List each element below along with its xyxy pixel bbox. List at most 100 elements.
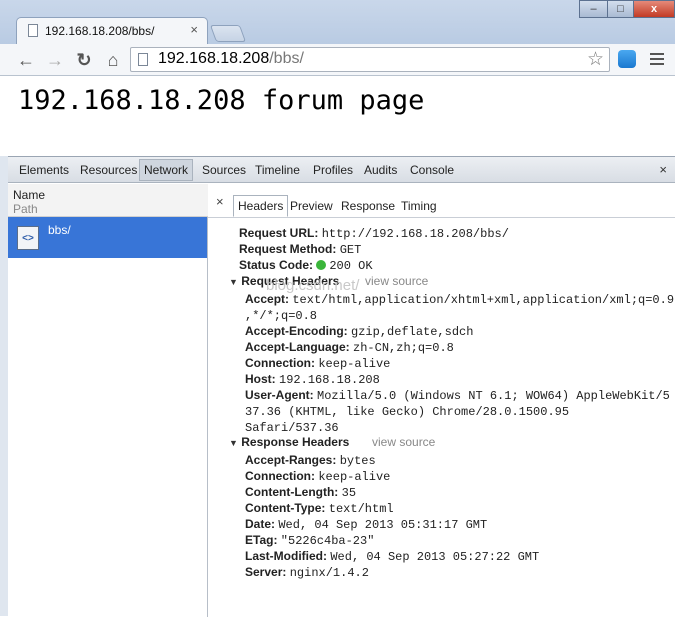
header-key: ETag: [245, 533, 278, 547]
request-url-line: Request URL: http://192.168.18.208/bbs/ [239, 226, 509, 241]
tab-elements[interactable]: Elements [19, 163, 69, 177]
request-detail-pane: × Headers Preview Response Timing Reques… [208, 184, 675, 617]
header-key: Last-Modified: [245, 549, 327, 563]
tab-title: 192.168.18.208/bbs/ [45, 24, 155, 38]
header-key: Accept-Language: [245, 340, 350, 354]
header-key: Accept-Encoding: [245, 324, 348, 338]
response-header-row: Connection: keep-alive [245, 469, 390, 484]
column-name-label: Name [13, 188, 46, 202]
tab-strip: 192.168.18.208/bbs/ × – □ x [0, 0, 675, 44]
tab-timeline[interactable]: Timeline [255, 163, 300, 177]
list-column-header[interactable]: Name Path [8, 184, 208, 217]
header-value: 37.36 (KHTML, like Gecko) Chrome/28.0.15… [245, 405, 570, 419]
header-value: Safari/537.36 [245, 421, 339, 435]
request-header-row: Accept: text/html,application/xhtml+xml,… [245, 292, 674, 307]
tab-resources[interactable]: Resources [80, 163, 137, 177]
tab-console[interactable]: Console [410, 163, 454, 177]
subtab-headers[interactable]: Headers [233, 195, 289, 217]
column-path-label: Path [13, 202, 38, 216]
address-url: 192.168.18.208/bbs/ [158, 50, 304, 68]
address-path: /bbs/ [269, 50, 304, 67]
devtools-tabbar: Elements Resources Network Sources Timel… [8, 157, 675, 183]
header-key: Accept: [245, 292, 290, 306]
response-view-source-link[interactable]: view source [372, 435, 435, 449]
html-document-icon: <> [17, 226, 39, 250]
expand-triangle-icon: ▼ [229, 277, 238, 287]
subtab-timing[interactable]: Timing [401, 199, 437, 213]
header-value: Wed, 04 Sep 2013 05:31:17 GMT [278, 518, 488, 532]
header-value: nginx/1.4.2 [289, 566, 369, 580]
browser-toolbar: ← → ↻ ⌂ 192.168.18.208/bbs/ ☆ [0, 44, 675, 76]
address-bar[interactable]: 192.168.18.208/bbs/ ☆ [130, 47, 610, 72]
window-close-button[interactable]: x [633, 0, 675, 18]
back-arrow-icon[interactable]: ← [15, 49, 37, 71]
request-method-label: Request Method: [239, 242, 337, 256]
address-host: 192.168.18.208 [158, 50, 270, 67]
tab-sources[interactable]: Sources [202, 163, 246, 177]
forward-arrow-icon[interactable]: → [44, 49, 66, 71]
window-minimize-button[interactable]: – [579, 0, 608, 18]
header-key: User-Agent: [245, 388, 314, 402]
menu-icon[interactable] [650, 53, 664, 68]
header-key: Content-Type: [245, 501, 326, 515]
status-code-line: Status Code: 200 OK [239, 258, 373, 273]
watermark-text: blog.csdn.net/ [266, 277, 360, 294]
network-request-list: Name Path <> bbs/ [8, 184, 208, 617]
request-header-row: Host: 192.168.18.208 [245, 372, 380, 387]
header-key: Host: [245, 372, 276, 386]
header-value: text/html [328, 502, 394, 516]
header-value: ,*/*;q=0.8 [245, 309, 318, 323]
new-tab-button[interactable] [209, 25, 247, 42]
request-view-source-link[interactable]: view source [365, 274, 428, 288]
status-code-label: Status Code: [239, 258, 314, 272]
request-header-row: User-Agent: Mozilla/5.0 (Windows NT 6.1;… [245, 388, 670, 403]
response-headers-title: Response Headers [241, 435, 350, 449]
response-header-row: Content-Length: 35 [245, 485, 356, 500]
request-header-row: Accept-Language: zh-CN,zh;q=0.8 [245, 340, 454, 355]
page-content: 192.168.18.208 forum page [0, 76, 675, 156]
extension-icon[interactable] [618, 50, 636, 68]
tab-close-icon[interactable]: × [190, 22, 198, 37]
tab-profiles[interactable]: Profiles [313, 163, 353, 177]
request-name: bbs/ [48, 223, 71, 237]
header-value: keep-alive [318, 357, 391, 371]
response-header-row: Last-Modified: Wed, 04 Sep 2013 05:27:22… [245, 549, 539, 564]
header-value: 35 [341, 486, 357, 500]
header-value: keep-alive [318, 470, 391, 484]
response-header-row: ETag: "5226c4ba-23" [245, 533, 374, 548]
status-ok-icon [316, 260, 327, 270]
header-key: Connection: [245, 469, 315, 483]
header-key: Content-Length: [245, 485, 339, 499]
response-headers-toggle[interactable]: ▼ Response Headers [229, 435, 349, 449]
page-heading: 192.168.18.208 forum page [18, 85, 425, 116]
page-favicon-icon [28, 24, 38, 37]
home-icon[interactable]: ⌂ [102, 49, 124, 71]
page-icon [138, 53, 148, 66]
tab-audits[interactable]: Audits [364, 163, 397, 177]
header-key: Server: [245, 565, 287, 579]
request-header-row: ,*/*;q=0.8 [245, 308, 317, 323]
detail-close-icon[interactable]: × [216, 194, 224, 209]
response-header-row: Accept-Ranges: bytes [245, 453, 376, 468]
header-value: zh-CN,zh;q=0.8 [353, 341, 454, 355]
devtools-close-icon[interactable]: × [659, 162, 667, 177]
header-value: 192.168.18.208 [279, 373, 380, 387]
header-value: Wed, 04 Sep 2013 05:27:22 GMT [330, 550, 540, 564]
request-header-row: 37.36 (KHTML, like Gecko) Chrome/28.0.15… [245, 404, 569, 419]
request-method-value: GET [339, 243, 362, 257]
request-row-bbs[interactable]: <> bbs/ [8, 217, 207, 258]
header-key: Date: [245, 517, 276, 531]
response-header-row: Date: Wed, 04 Sep 2013 05:31:17 GMT [245, 517, 487, 532]
subtab-preview[interactable]: Preview [290, 199, 333, 213]
header-value: "5226c4ba-23" [280, 534, 375, 548]
devtools-panel: Elements Resources Network Sources Timel… [8, 156, 675, 617]
request-header-row: Connection: keep-alive [245, 356, 390, 371]
bookmark-star-icon[interactable]: ☆ [587, 48, 604, 71]
tab-network[interactable]: Network [139, 159, 194, 181]
subtab-response[interactable]: Response [341, 199, 395, 213]
reload-icon[interactable]: ↻ [73, 49, 95, 71]
response-header-row: Content-Type: text/html [245, 501, 394, 516]
request-header-row: Accept-Encoding: gzip,deflate,sdch [245, 324, 473, 339]
window-maximize-button[interactable]: □ [607, 0, 634, 18]
browser-tab[interactable]: 192.168.18.208/bbs/ × [16, 17, 208, 44]
